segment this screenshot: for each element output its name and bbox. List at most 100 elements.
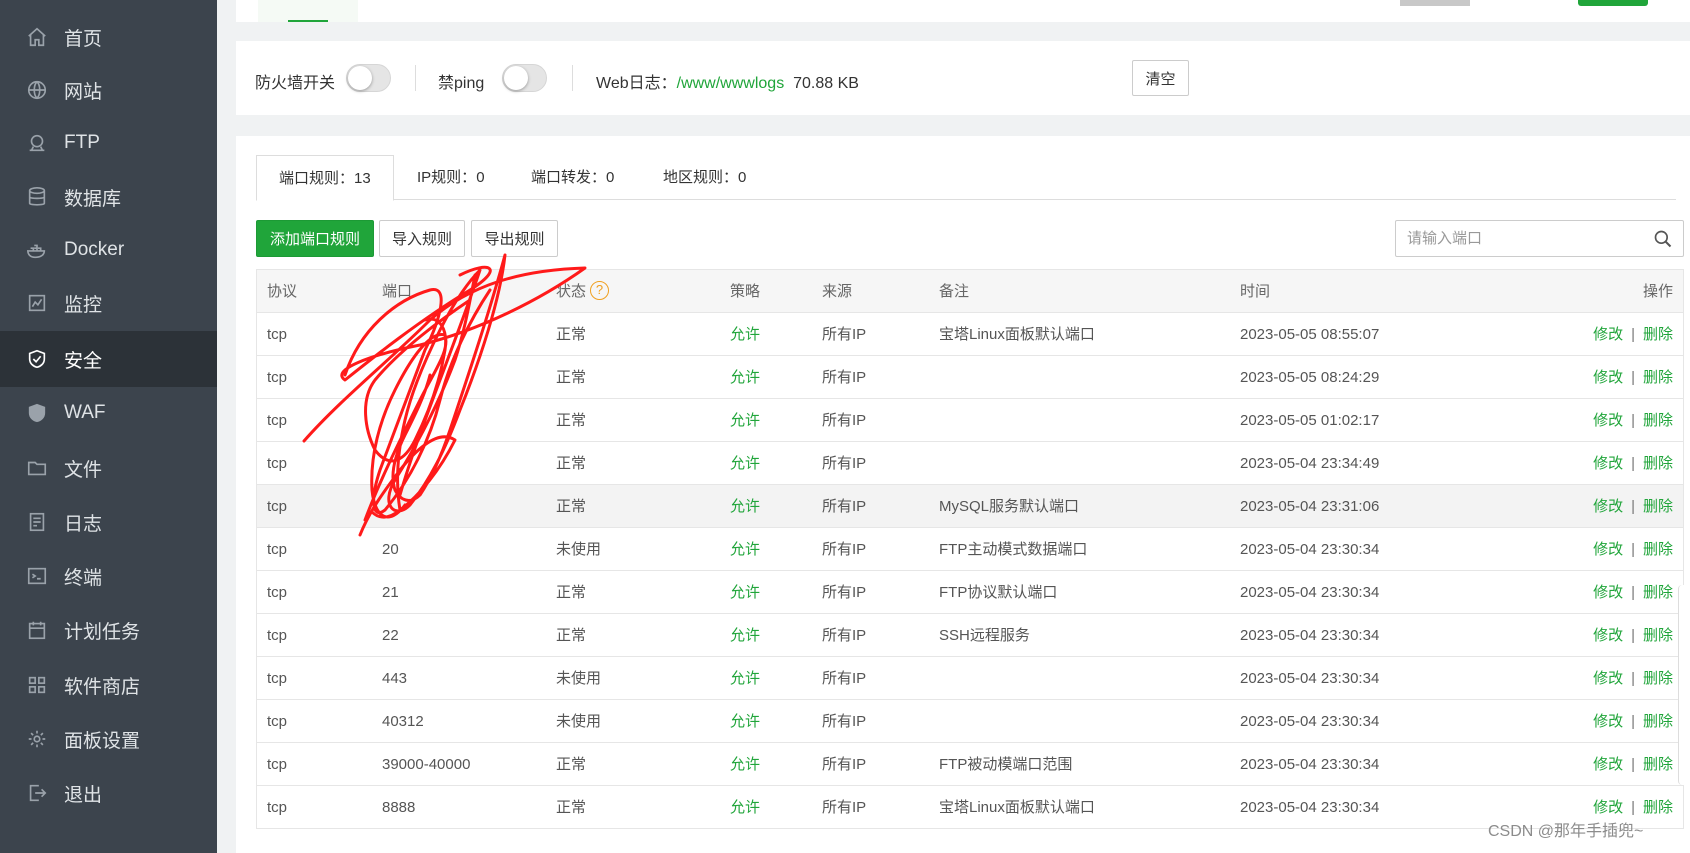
- rule-tabs: 端口规则：13 IP规则：0 端口转发：0 地区规则：0: [256, 155, 1676, 201]
- edit-rule-link[interactable]: 修改: [1593, 369, 1623, 386]
- cell-status: 未使用: [556, 713, 602, 730]
- top-gray-control[interactable]: [1400, 0, 1470, 6]
- firewall-switch-label: 防火墙开关: [255, 75, 336, 92]
- edit-rule-link[interactable]: 修改: [1593, 412, 1623, 429]
- cell-port: 21: [382, 584, 399, 601]
- header-source: 来源: [822, 283, 853, 300]
- export-rules-button[interactable]: 导出规则: [471, 220, 558, 257]
- top-tab-active[interactable]: [258, 0, 358, 22]
- cell-ops: 修改 | 删除: [1593, 528, 1673, 571]
- sidebar-item-home[interactable]: 首页: [0, 9, 217, 65]
- cell-ops: 修改 | 删除: [1593, 442, 1673, 485]
- port-search-input[interactable]: [1396, 221, 1636, 256]
- delete-rule-link[interactable]: 删除: [1643, 455, 1673, 472]
- cell-policy: 允许: [730, 498, 761, 515]
- help-icon[interactable]: ?: [590, 280, 610, 300]
- edit-rule-link[interactable]: 修改: [1593, 670, 1623, 687]
- edit-rule-link[interactable]: 修改: [1593, 498, 1623, 515]
- watermark: CSDN @那年手插兜~: [1488, 823, 1644, 840]
- edit-rule-link[interactable]: 修改: [1593, 713, 1623, 730]
- cell-port: 39000-40000: [382, 756, 471, 773]
- search-icon[interactable]: [1653, 229, 1673, 249]
- table-body: tcp 正常 允许 所有IP 宝塔Linux面板默认端口 2023-05-05 08:55…: [256, 313, 1684, 829]
- cell-status: 正常: [556, 326, 587, 343]
- cell-remark: FTP主动模式数据端口: [939, 541, 1088, 558]
- floating-side-panel[interactable]: [1678, 585, 1690, 785]
- edit-rule-link[interactable]: 修改: [1593, 455, 1623, 472]
- cell-port: 8888: [382, 799, 416, 816]
- divider: [415, 65, 416, 91]
- delete-rule-link[interactable]: 删除: [1643, 326, 1673, 343]
- cell-status: 正常: [556, 369, 587, 386]
- clear-log-button[interactable]: 清空: [1132, 60, 1189, 96]
- firewall-toggle[interactable]: [346, 64, 391, 92]
- cell-port: 20: [382, 541, 399, 558]
- tab-ip-rules[interactable]: IP规则：0: [417, 155, 485, 200]
- edit-rule-link[interactable]: 修改: [1593, 541, 1623, 558]
- sidebar-item-cron[interactable]: 计划任务: [0, 602, 217, 658]
- cell-protocol: tcp: [267, 799, 288, 816]
- delete-rule-link[interactable]: 删除: [1643, 541, 1673, 558]
- delete-rule-link[interactable]: 删除: [1643, 369, 1673, 386]
- delete-rule-link[interactable]: 删除: [1643, 799, 1673, 816]
- sidebar-item-docker[interactable]: Docker: [0, 222, 217, 278]
- header-time: 时间: [1240, 283, 1271, 300]
- ops-separator: |: [1631, 455, 1635, 472]
- delete-rule-link[interactable]: 删除: [1643, 498, 1673, 515]
- delete-rule-link[interactable]: 删除: [1643, 412, 1673, 429]
- cell-remark: FTP协议默认端口: [939, 584, 1058, 601]
- edit-rule-link[interactable]: 修改: [1593, 756, 1623, 773]
- table-row: tcp 40312 未使用 允许 所有IP 2023-05-04 23:30:34 修改 | 删…: [256, 700, 1684, 743]
- cell-time: 2023-05-05 01:02:17: [1240, 412, 1380, 429]
- cell-ops: 修改 | 删除: [1593, 313, 1673, 356]
- sidebar-item-label: 面板设置: [64, 730, 141, 752]
- sidebar-item-files[interactable]: 文件: [0, 440, 217, 496]
- edit-rule-link[interactable]: 修改: [1593, 326, 1623, 343]
- cell-source: 所有IP: [822, 627, 867, 644]
- edit-rule-link[interactable]: 修改: [1593, 584, 1623, 601]
- sidebar-item-monitor[interactable]: 监控: [0, 275, 217, 331]
- cell-protocol: tcp: [267, 369, 288, 386]
- delete-rule-link[interactable]: 删除: [1643, 670, 1673, 687]
- cell-source: 所有IP: [822, 713, 867, 730]
- sidebar-item-settings[interactable]: 面板设置: [0, 711, 217, 767]
- cell-source: 所有IP: [822, 369, 867, 386]
- sidebar-item-security[interactable]: 安全: [0, 331, 217, 387]
- sidebar-item-label: 退出: [64, 784, 103, 806]
- ping-toggle[interactable]: [502, 64, 547, 92]
- sidebar-item-ftp[interactable]: FTP: [0, 115, 217, 171]
- tab-port-rules[interactable]: 端口规则：13: [256, 155, 394, 201]
- sidebar-item-logout[interactable]: 退出: [0, 765, 217, 821]
- top-green-button[interactable]: [1578, 0, 1648, 6]
- ftp-icon: [24, 130, 50, 156]
- sidebar-item-label: 日志: [64, 513, 103, 535]
- sidebar-item-terminal[interactable]: 终端: [0, 548, 217, 604]
- cell-source: 所有IP: [822, 412, 867, 429]
- gear-icon: [24, 726, 50, 752]
- weblog-path-link[interactable]: /www/wwwlogs: [677, 75, 785, 92]
- sidebar-item-website[interactable]: 网站: [0, 62, 217, 118]
- delete-rule-link[interactable]: 删除: [1643, 713, 1673, 730]
- delete-rule-link[interactable]: 删除: [1643, 584, 1673, 601]
- add-port-rule-button[interactable]: 添加端口规则: [256, 220, 374, 257]
- edit-rule-link[interactable]: 修改: [1593, 627, 1623, 644]
- delete-rule-link[interactable]: 删除: [1643, 756, 1673, 773]
- cell-remark: SSH远程服务: [939, 627, 1030, 644]
- import-rules-button[interactable]: 导入规则: [379, 220, 465, 257]
- tab-region-rules[interactable]: 地区规则：0: [663, 155, 746, 200]
- cell-time: 2023-05-04 23:31:06: [1240, 498, 1380, 515]
- sidebar-item-database[interactable]: 数据库: [0, 169, 217, 225]
- cell-port: 443: [382, 670, 408, 687]
- monitor-icon: [24, 290, 50, 316]
- delete-rule-link[interactable]: 删除: [1643, 627, 1673, 644]
- tab-port-forward[interactable]: 端口转发：0: [531, 155, 614, 200]
- ops-separator: |: [1631, 412, 1635, 429]
- sidebar-item-appstore[interactable]: 软件商店: [0, 657, 217, 713]
- cell-source: 所有IP: [822, 799, 867, 816]
- sidebar-item-logs[interactable]: 日志: [0, 494, 217, 550]
- sidebar-item-waf[interactable]: WAF: [0, 385, 217, 441]
- weblog-info: Web日志：/www/wwwlogs 70.88 KB: [596, 69, 859, 93]
- docker-icon: [24, 237, 50, 263]
- log-icon: [24, 509, 50, 535]
- edit-rule-link[interactable]: 修改: [1593, 799, 1623, 816]
